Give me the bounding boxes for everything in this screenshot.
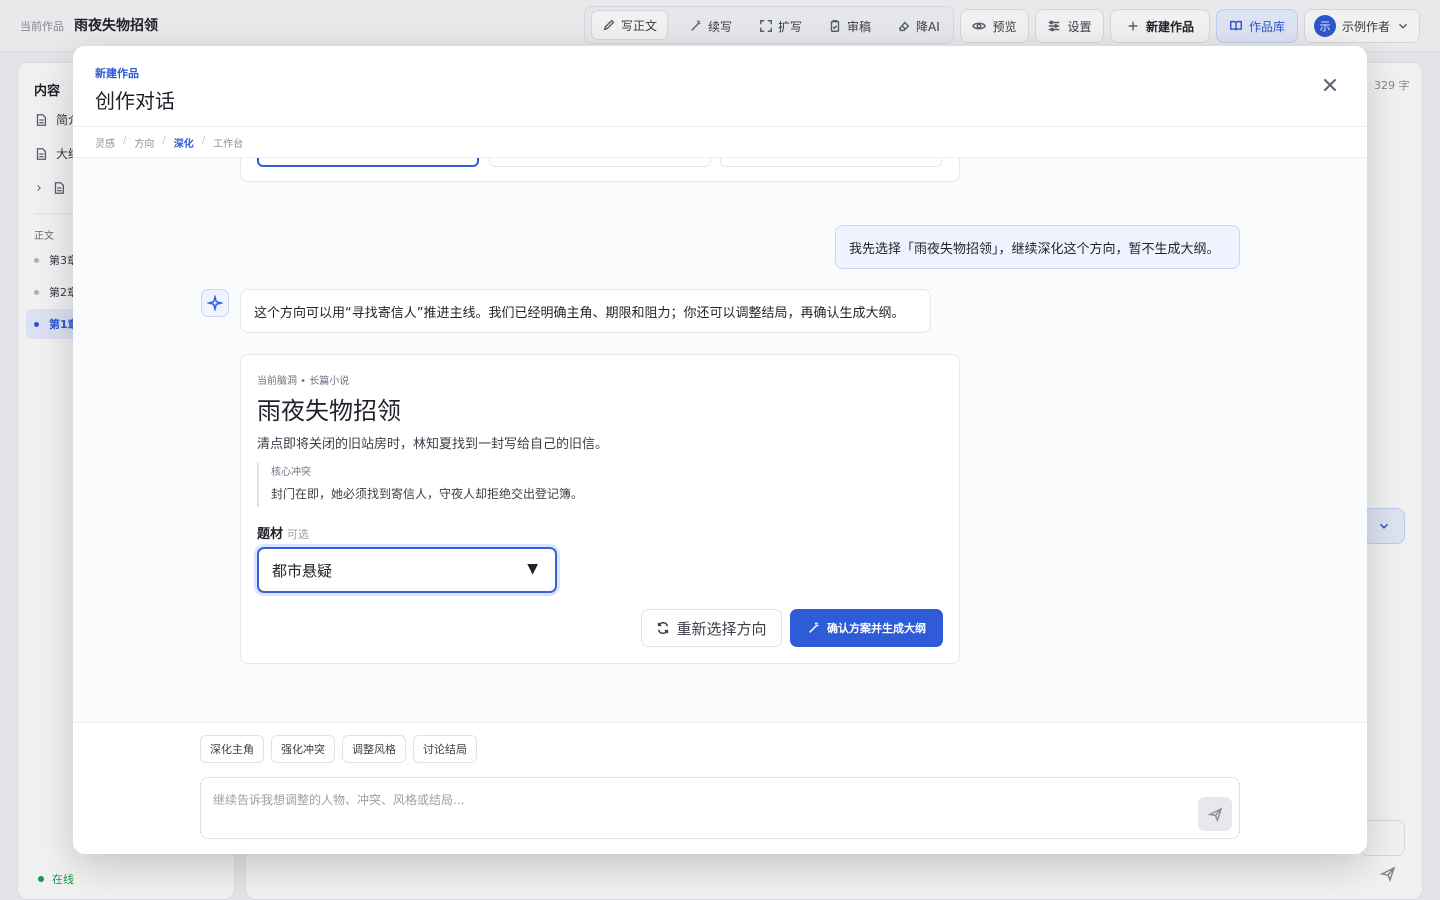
ai-avatar <box>201 289 229 317</box>
confirm-generate-outline-button[interactable]: 确认方案并生成大纲 <box>790 609 943 647</box>
reselect-direction-button[interactable]: 重新选择方向 <box>641 609 782 647</box>
ai-message: 这个方向可以用“寻找寄信人”推进主线。我们已经明确主角、期限和阻力；你还可以调整… <box>240 289 931 333</box>
dialog-title: 创作对话 <box>95 89 175 113</box>
breadcrumb-step-deepen[interactable]: 深化 <box>174 135 194 150</box>
idea-card: 当前脑洞 • 长篇小说 雨夜失物招领 清点即将关闭的旧站房时，林知夏找到一封写给… <box>240 354 960 664</box>
previous-direction-card <box>240 158 960 182</box>
optional-hint: 可选 <box>287 528 310 541</box>
caret-down-icon: ▼ <box>527 561 538 577</box>
idea-meta: 当前脑洞 • 长篇小说 <box>257 376 350 387</box>
breadcrumb-step-direction[interactable]: 方向 <box>134 135 154 150</box>
idea-description: 清点即将关闭的旧站房时，林知夏找到一封写给自己的旧信。 <box>257 437 609 452</box>
wand-icon <box>809 622 819 633</box>
conflict-text: 封门在即，她必须找到寄信人，守夜人却拒绝交出登记簿。 <box>271 487 584 501</box>
send-icon <box>1207 806 1222 822</box>
message-input[interactable] <box>201 778 1239 838</box>
genre-select-value: 都市悬疑 <box>272 561 333 580</box>
composer-divider <box>73 722 1367 723</box>
genre-select[interactable]: 都市悬疑 ▼ <box>257 547 557 593</box>
direction-option[interactable] <box>489 158 711 167</box>
chip-adjust-style[interactable]: 调整风格 <box>342 735 406 763</box>
creation-dialog: 新建作品 创作对话 灵感 / 方向 / 深化 / 工作台 我先选择「雨夜失物招领… <box>73 46 1367 854</box>
conflict-label: 核心冲突 <box>271 467 311 478</box>
breadcrumb-step-workbench[interactable]: 工作台 <box>213 135 243 150</box>
genre-field-label: 题材 可选 <box>257 527 310 542</box>
close-button[interactable] <box>1321 76 1341 96</box>
close-icon <box>1323 78 1337 92</box>
breadcrumb-step-inspiration[interactable]: 灵感 <box>95 135 115 150</box>
idea-title: 雨夜失物招领 <box>257 397 401 425</box>
header-divider <box>73 126 1367 127</box>
core-conflict-block: 核心冲突 封门在即，她必须找到寄信人，守夜人却拒绝交出登记簿。 <box>257 463 583 507</box>
user-message: 我先选择「雨夜失物招领」，继续深化这个方向，暂不生成大纲。 <box>835 225 1240 269</box>
message-composer <box>200 777 1240 839</box>
direction-option[interactable] <box>257 158 479 167</box>
chip-strengthen-conflict[interactable]: 强化冲突 <box>271 735 335 763</box>
quick-reply-chips: 深化主角 强化冲突 调整风格 讨论结局 <box>200 735 477 763</box>
conversation-area[interactable]: 我先选择「雨夜失物招领」，继续深化这个方向，暂不生成大纲。 这个方向可以用“寻找… <box>73 158 1367 722</box>
chip-deepen-protagonist[interactable]: 深化主角 <box>200 735 264 763</box>
chip-discuss-ending[interactable]: 讨论结局 <box>413 735 477 763</box>
sparkle-icon <box>207 295 223 311</box>
breadcrumb: 灵感 / 方向 / 深化 / 工作台 <box>95 135 244 150</box>
refresh-icon <box>658 621 669 635</box>
direction-option[interactable] <box>720 158 942 167</box>
dialog-eyebrow: 新建作品 <box>95 67 139 80</box>
send-button[interactable] <box>1198 797 1232 831</box>
